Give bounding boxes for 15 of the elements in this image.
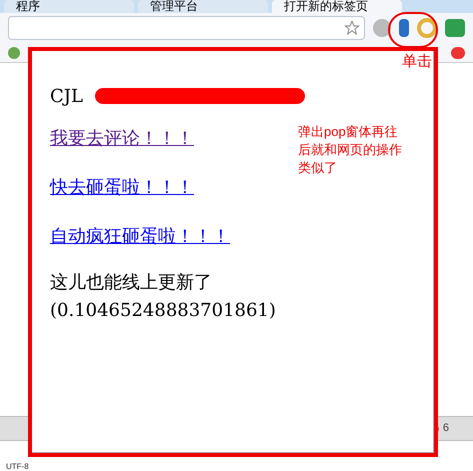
status-text: UTF-8: [6, 463, 29, 471]
user-name: CJL: [50, 84, 83, 108]
address-field[interactable]: [8, 16, 365, 40]
error-count: 6: [442, 421, 449, 436]
browser-tab[interactable]: 程序: [4, 0, 134, 13]
click-label: 单击: [402, 52, 432, 72]
value-text: (0.10465248883701861): [50, 299, 277, 323]
browser-tab[interactable]: 管理平台: [138, 0, 268, 13]
message-text: 这儿也能线上更新了: [50, 271, 213, 295]
browser-tab[interactable]: 打开新的标签页: [272, 0, 402, 13]
popup-link[interactable]: 我要去评论！！！: [50, 127, 194, 151]
annotation-note: 弹出pop窗体再往后就和网页的操作类似了: [298, 123, 402, 177]
star-icon[interactable]: [344, 20, 360, 36]
popup-link[interactable]: 快去砸蛋啦！！！: [50, 176, 194, 200]
popup-link[interactable]: 自动疯狂砸蛋啦！！！: [50, 225, 230, 249]
